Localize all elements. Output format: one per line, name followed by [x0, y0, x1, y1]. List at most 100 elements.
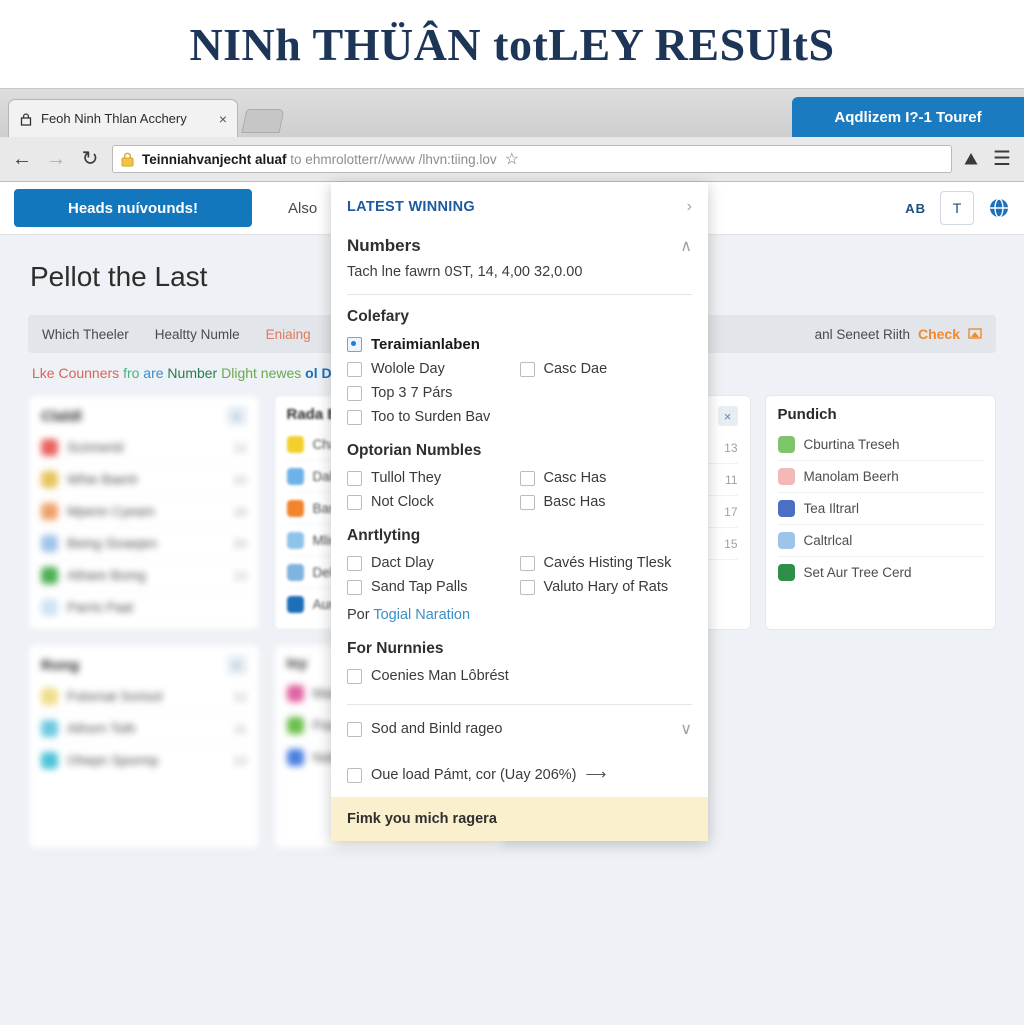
- notice-text-2: Healtty Numle: [154, 326, 240, 342]
- list-item[interactable]: Tea Iltrarl: [777, 493, 983, 525]
- checkbox-label: Sand Tap Palls: [371, 579, 468, 595]
- last-option-row[interactable]: Oue load Pámt, cor (Uay 206%) ⟶: [331, 753, 708, 797]
- list-item-icon: [286, 685, 304, 702]
- text-size-button[interactable]: T: [940, 191, 974, 225]
- checkbox-label: Tullol They: [371, 470, 442, 486]
- card-title: Rong: [41, 656, 80, 674]
- checkbox-not-clock[interactable]: Not Clock: [347, 490, 520, 514]
- list-item-count: 11: [234, 721, 247, 736]
- browser-window: Feoh Ninh Thlan Acchery × Aqdlizem I?-1 …: [0, 88, 1024, 1025]
- list-item[interactable]: Folornat Soriool 12: [41, 681, 247, 713]
- checkbox-coenies-man-lobrest[interactable]: Coenies Man Lôbrést: [347, 664, 692, 688]
- latest-winning-label: LATEST WINNING: [347, 199, 475, 215]
- list-item-count: 13: [233, 568, 247, 583]
- list-item[interactable]: Mpenn Cyeam 18: [41, 496, 247, 528]
- checkbox-casc-dae[interactable]: Casc Dae: [519, 357, 693, 381]
- list-item-count: 11: [725, 472, 738, 487]
- checkbox-box: [519, 494, 535, 510]
- reload-icon[interactable]: ↻: [78, 147, 102, 171]
- extension-icon[interactable]: [962, 150, 980, 168]
- list-item[interactable]: Cburtina Treseh: [777, 429, 983, 461]
- card-title: Claldl: [41, 407, 82, 425]
- numbers-title: Numbers: [347, 236, 421, 255]
- account-button[interactable]: Aqdlizem I?-1 Touref: [792, 97, 1024, 137]
- checkbox-box[interactable]: [347, 767, 362, 783]
- section-heading-anrtlyting: Anrtlyting: [347, 527, 421, 544]
- list-item-icon: [286, 717, 304, 734]
- card: Pundich Cburtina Treseh Manolam Beerh Tea I…: [764, 395, 996, 630]
- checkbox-wolole-day[interactable]: Wolole Day: [347, 357, 520, 381]
- note-link[interactable]: Togial Naration: [373, 607, 470, 623]
- latest-winning-dropdown: LATEST WINNING › Numbers ∧ Tach lne fawr…: [331, 182, 708, 841]
- list-item-count: 20: [233, 536, 247, 551]
- arrow-right-icon[interactable]: ⟶: [586, 767, 607, 783]
- list-item-label: Athare Bomg: [67, 568, 146, 583]
- browser-toolbar: ← → ↻ Teinniahvanjecht aluaf to ehmrolot…: [0, 137, 1024, 182]
- tagline-word-3: are: [143, 365, 164, 381]
- checkbox-sand-tap-palls[interactable]: Sand Tap Palls: [347, 575, 520, 599]
- checkbox-too-to-surden-bav[interactable]: Too to Surden Bav: [347, 405, 520, 429]
- list-item-icon: [286, 436, 304, 453]
- checkbox-box: [347, 361, 362, 377]
- browser-menu-icon[interactable]: ☰: [990, 147, 1014, 171]
- checkbox-box: [347, 668, 362, 684]
- list-item-icon: [777, 468, 795, 485]
- list-item[interactable]: Ohepn Spormp 13: [41, 745, 247, 776]
- list-item[interactable]: Athorn Toth 11: [41, 713, 247, 745]
- forward-icon[interactable]: →: [44, 147, 68, 171]
- section-heading-optorian: Optorian Numbles: [347, 442, 482, 459]
- card-header: Rong ×: [41, 655, 247, 675]
- checkbox-box: [347, 409, 362, 425]
- list-item-icon: [41, 535, 58, 552]
- checkbox-casc-has[interactable]: Casc Has: [519, 466, 693, 490]
- address-bar[interactable]: Teinniahvanjecht aluaf to ehmrolotterr//…: [112, 145, 952, 173]
- checkbox-box[interactable]: [347, 721, 362, 737]
- anrtlyting-options: Dact Dlay Cavés Histing Tlesk Sand Tap Pal…: [331, 551, 708, 599]
- list-item-icon: [286, 532, 304, 549]
- checkbox-cav-s-histing-tlesk[interactable]: Cavés Histing Tlesk: [519, 551, 693, 575]
- close-icon[interactable]: ×: [717, 406, 738, 426]
- bookmark-star-icon[interactable]: ☆: [505, 149, 519, 169]
- list-item-label: Mpenn Cyeam: [67, 504, 155, 519]
- export-icon: [968, 326, 982, 343]
- check-link[interactable]: Check: [918, 326, 960, 342]
- checkbox-tullol-they[interactable]: Tullol They: [347, 466, 520, 490]
- checkbox-dact-dlay[interactable]: Dact Dlay: [347, 551, 520, 575]
- list-item[interactable]: Scinnerid 12: [41, 432, 247, 464]
- latest-winning-row[interactable]: LATEST WINNING ›: [331, 182, 708, 230]
- globe-icon[interactable]: [988, 197, 1010, 219]
- expandable-row[interactable]: Sod and Binld rageo ∨: [331, 705, 708, 753]
- checkbox-label: Wolole Day: [371, 361, 445, 377]
- new-tab-button[interactable]: [241, 109, 285, 133]
- card-header: Pundich: [778, 406, 984, 423]
- list-item-label: Scinnerid: [67, 440, 124, 455]
- list-item[interactable]: Caltrlcal: [777, 525, 983, 557]
- back-icon[interactable]: ←: [10, 147, 34, 171]
- list-item[interactable]: Being Sivaejen 20: [41, 528, 247, 560]
- close-icon[interactable]: ×: [226, 406, 247, 426]
- checkbox-box: [347, 337, 362, 352]
- nav-item-also[interactable]: Also: [288, 200, 317, 217]
- headlines-cta-button[interactable]: Heads nuívounds!: [14, 189, 252, 227]
- browser-tab[interactable]: Feoh Ninh Thlan Acchery ×: [8, 99, 238, 137]
- checkbox-top-3-7-p-rs[interactable]: Top 3 7 Párs: [347, 381, 520, 405]
- list-item[interactable]: Athare Bomg 13: [41, 560, 247, 592]
- list-item-label: Athorn Toth: [67, 721, 136, 736]
- list-item[interactable]: Set Aur Tree Cerd: [777, 557, 984, 588]
- checkbox-box: [347, 579, 362, 595]
- list-item-count: 13: [233, 753, 247, 768]
- list-item[interactable]: Parris Paal: [41, 592, 247, 623]
- numbers-subtext: Tach lne fawrn 0ST, 14, 4,00 32,0.00: [347, 264, 583, 280]
- close-icon[interactable]: ×: [219, 112, 227, 126]
- list-item[interactable]: Manolam Beerh: [777, 461, 983, 493]
- numbers-group-header[interactable]: Numbers ∧: [331, 230, 708, 258]
- list-item-count: 17: [724, 504, 738, 519]
- address-bar-text: Teinniahvanjecht aluaf to ehmrolotterr//…: [142, 152, 497, 167]
- lock-icon: [19, 112, 33, 126]
- list-item[interactable]: Whie Baertr 10: [41, 464, 247, 496]
- checkbox-basc-has[interactable]: Basc Has: [519, 490, 693, 514]
- list-item-icon: [777, 500, 795, 517]
- close-icon[interactable]: ×: [226, 655, 247, 675]
- checkbox-valuto-hary-of-rats[interactable]: Valuto Hary of Rats: [519, 575, 693, 599]
- checkbox-teraimianlaben[interactable]: Teraimianlaben: [347, 332, 692, 357]
